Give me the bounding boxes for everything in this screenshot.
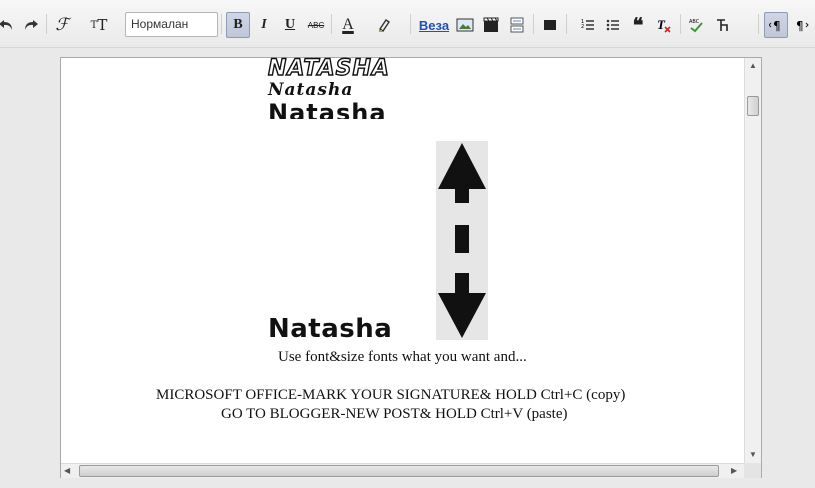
instruction-blogger: GO TO BLOGGER-NEW POST& HOLD Ctrl+V (pas… — [221, 406, 568, 422]
toolbar-separator — [680, 14, 681, 34]
signature-bold: Natasha — [268, 314, 393, 344]
svg-text:ABC: ABC — [689, 19, 700, 25]
signature-rounded: Natasha — [268, 99, 387, 119]
scrollbar-corner — [744, 463, 761, 478]
signature-script: Natasha — [268, 80, 354, 100]
toolbar-separator — [221, 14, 222, 34]
horizontal-scroll-thumb[interactable] — [79, 465, 719, 477]
italic-button[interactable]: I — [254, 12, 274, 38]
spellcheck-icon[interactable]: ABC — [686, 12, 706, 38]
editor-toolbar: ℱ TT Нормалан B I U ABC A Веза 12 ❝ T AB… — [0, 0, 815, 48]
toolbar-separator — [758, 14, 759, 34]
link-button[interactable]: Веза — [418, 12, 450, 38]
scroll-left-arrow-icon[interactable]: ◀ — [64, 466, 70, 475]
horizontal-scrollbar[interactable]: ◀ ▶ — [61, 463, 744, 478]
signature-outline: Natasha — [267, 55, 390, 81]
toolbar-separator — [410, 14, 411, 34]
rtl-direction-button[interactable]: ¶ — [792, 12, 812, 38]
toolbar-separator — [331, 14, 332, 34]
scroll-right-arrow-icon[interactable]: ▶ — [731, 466, 737, 475]
hint-text: Use font&size fonts what you want and... — [278, 349, 527, 365]
blockquote-icon[interactable]: ❝ — [628, 12, 648, 38]
svg-text:¶: ¶ — [796, 19, 804, 32]
scroll-up-arrow-icon[interactable]: ▲ — [749, 61, 757, 70]
ltr-direction-button[interactable]: ¶ — [764, 12, 788, 38]
remove-formatting-icon[interactable]: T — [654, 12, 674, 38]
undo-icon[interactable] — [0, 12, 16, 38]
highlight-icon[interactable] — [374, 12, 394, 38]
toolbar-separator — [566, 14, 567, 34]
svg-text:2: 2 — [581, 24, 584, 30]
scroll-down-arrow-icon[interactable]: ▼ — [749, 450, 757, 459]
insert-image-icon[interactable] — [455, 12, 475, 38]
text-color-button[interactable]: A — [338, 12, 358, 38]
font-size-icon[interactable]: TT — [88, 12, 110, 38]
bulleted-list-icon[interactable] — [603, 12, 623, 38]
font-family-icon[interactable]: ℱ — [52, 12, 72, 38]
strikethrough-button[interactable]: ABC — [305, 12, 327, 38]
toolbar-separator — [533, 14, 534, 34]
updown-arrow-image — [436, 141, 488, 340]
jump-break-icon[interactable] — [507, 12, 527, 38]
insert-video-icon[interactable] — [481, 12, 501, 38]
paragraph-format-select[interactable]: Нормалан — [125, 12, 218, 37]
align-icon[interactable] — [540, 12, 560, 38]
toolbar-separator — [46, 14, 47, 34]
input-tools-icon[interactable] — [712, 12, 734, 38]
svg-text:¶: ¶ — [773, 19, 781, 32]
underline-button[interactable]: U — [280, 12, 300, 38]
instruction-office: MICROSOFT OFFICE-MARK YOUR SIGNATURE& HO… — [156, 387, 626, 403]
vertical-scroll-thumb[interactable] — [747, 96, 759, 116]
numbered-list-icon[interactable]: 12 — [578, 12, 598, 38]
vertical-scrollbar[interactable]: ▲ ▼ — [744, 58, 761, 463]
redo-icon[interactable] — [20, 12, 42, 38]
bold-button[interactable]: B — [226, 12, 250, 38]
svg-text:T: T — [657, 17, 666, 32]
